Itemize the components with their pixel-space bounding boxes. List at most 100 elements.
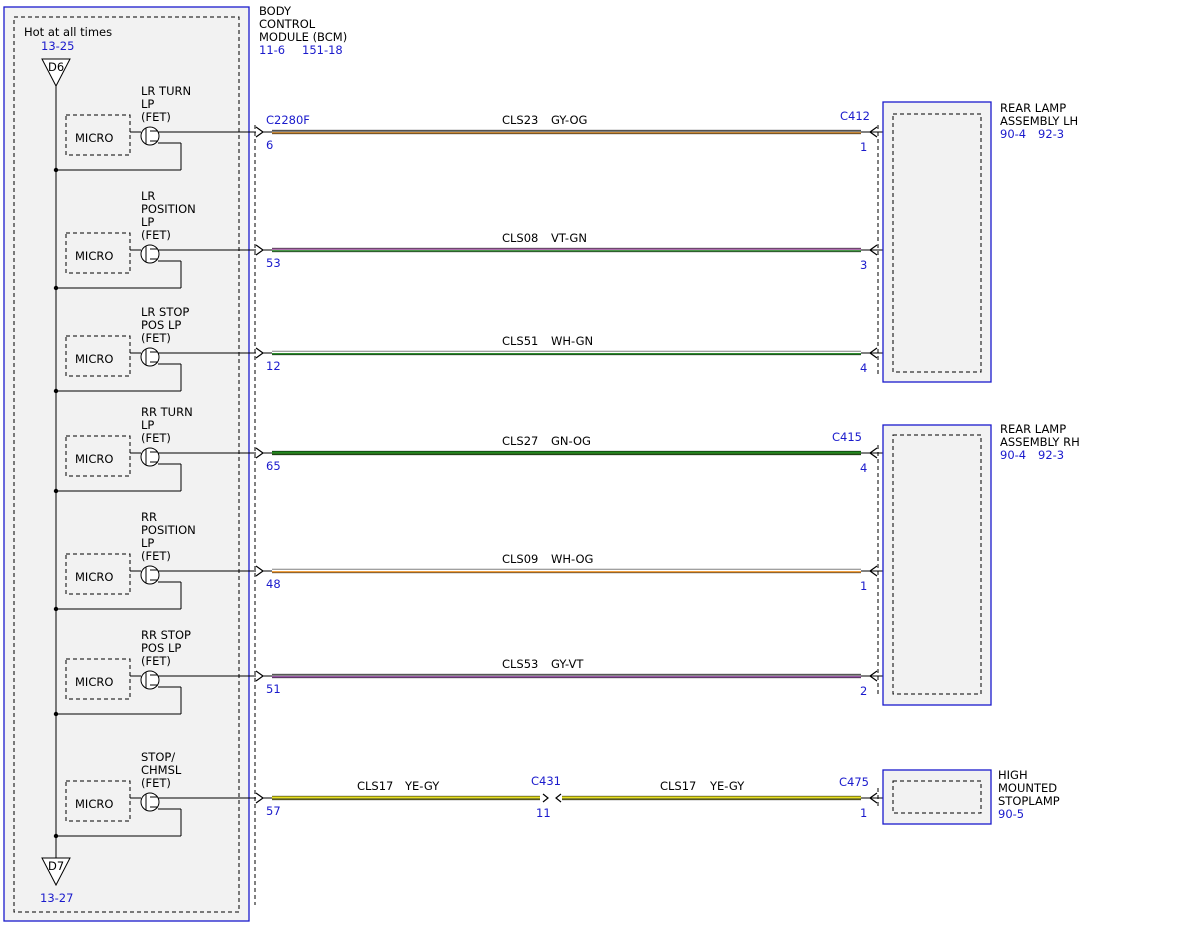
driver-2-bcm-pin-chevron <box>255 244 265 256</box>
driver-7-inline-male-chevron <box>542 793 549 803</box>
driver-3-micro-label: MICRO <box>75 352 113 366</box>
rear-lamp-lh-name-2: ASSEMBLY LH <box>1000 114 1078 128</box>
driver-4-fet-icon <box>140 447 160 467</box>
driver-1-circuit: CLS23 <box>502 113 538 127</box>
rear-lamp-rh-name-2: ASSEMBLY RH <box>1000 435 1080 449</box>
stoplamp-name-1: HIGH <box>998 768 1028 782</box>
driver-7-bcm-pin-chevron <box>255 792 265 804</box>
driver-2-fet-icon <box>140 244 160 264</box>
driver-1-bcm-pin: 6 <box>266 138 273 152</box>
driver-1-label-line-3: (FET) <box>141 110 171 124</box>
driver-5-fet-icon <box>140 565 160 585</box>
driver-7-inline-pin: 11 <box>536 806 551 820</box>
driver-7-circuit-a: CLS17 <box>357 779 393 793</box>
driver-5-label-line-1: RR <box>141 510 157 524</box>
driver-7-circuit-b: CLS17 <box>660 779 696 793</box>
rear-lamp-rh-box <box>882 424 992 706</box>
driver-2-far-pin: 3 <box>860 258 867 272</box>
driver-4-micro-label: MICRO <box>75 452 113 466</box>
driver-5-bcm-pin: 48 <box>266 577 281 591</box>
driver-3-far-pin: 4 <box>860 361 867 375</box>
bcm-title-line-1: BODY <box>259 4 292 18</box>
driver-2-label-line-2: POSITION <box>141 202 196 216</box>
driver-5-bus-junction <box>53 606 59 612</box>
driver-6-fet-icon <box>140 670 160 690</box>
driver-4-bus-junction <box>53 488 59 494</box>
driver-3-color-code: WH-GN <box>551 334 593 348</box>
driver-7-color-a: YE-GY <box>404 779 440 793</box>
driver-1-color-code: GY-OG <box>551 113 587 127</box>
driver-6-far-pin: 2 <box>860 684 867 698</box>
driver-4-circuit: CLS27 <box>502 434 538 448</box>
driver-3-label-line-3: (FET) <box>141 331 171 345</box>
rear-lamp-rh-ref-1: 90-4 <box>1000 448 1026 462</box>
rear-lamp-rh-ref-2: 92-3 <box>1038 448 1064 462</box>
rear-lamp-rh-name-1: REAR LAMP <box>1000 422 1066 436</box>
driver-4-label-line-2: LP <box>141 418 154 432</box>
driver-3-fet-icon <box>140 347 160 367</box>
driver-1-micro-label: MICRO <box>75 131 113 145</box>
driver-4-bcm-pin-chevron <box>255 447 265 459</box>
driver-5-label-line-4: (FET) <box>141 549 171 563</box>
driver-7-micro-label: MICRO <box>75 797 113 811</box>
driver-7-far-connector: C475 <box>839 775 869 789</box>
stoplamp-name-3: STOPLAMP <box>998 794 1060 808</box>
bcm-title-line-3: MODULE (BCM) <box>259 30 347 44</box>
stoplamp-name-2: MOUNTED <box>998 781 1057 795</box>
driver-4-label-line-3: (FET) <box>141 431 171 445</box>
driver-5-label-line-3: LP <box>141 536 154 550</box>
high-mounted-stoplamp-box <box>882 769 992 825</box>
driver-7-far-pin: 1 <box>860 806 867 820</box>
bcm-module-box <box>3 6 250 922</box>
driver-7-label-line-1: STOP/ <box>141 750 175 764</box>
driver-3-circuit: CLS51 <box>502 334 538 348</box>
driver-2-circuit: CLS08 <box>502 231 538 245</box>
rear-lamp-lh-box <box>882 101 992 383</box>
driver-6-bus-junction <box>53 711 59 717</box>
driver-7-label-line-2: CHMSL <box>141 763 182 777</box>
driver-7-fet-icon <box>140 792 160 812</box>
wiring-diagram: BODY CONTROL MODULE (BCM) 11-6 151-18 Ho… <box>3 4 1080 922</box>
bottom-page-ref: 13-27 <box>40 891 73 905</box>
driver-3-bcm-pin: 12 <box>266 359 281 373</box>
driver-7-label-line-3: (FET) <box>141 776 171 790</box>
bcm-title-line-2: CONTROL <box>259 17 316 31</box>
driver-4-far-connector: C415 <box>832 430 862 444</box>
driver-6-bcm-pin-chevron <box>255 670 265 682</box>
driver-6-bcm-pin: 51 <box>266 682 281 696</box>
driver-1-bus-junction <box>53 167 59 173</box>
driver-1-bcm-pin-chevron <box>255 126 265 138</box>
top-page-ref: 13-25 <box>41 39 74 53</box>
driver-2-label-line-4: (FET) <box>141 228 171 242</box>
bcm-ref-1: 11-6 <box>259 43 285 57</box>
driver-6-micro-label: MICRO <box>75 675 113 689</box>
driver-7-bus-junction <box>53 833 59 839</box>
driver-6-label-line-2: POS LP <box>141 641 181 655</box>
driver-5-far-pin: 1 <box>860 579 867 593</box>
driver-4-far-pin: 4 <box>860 461 867 475</box>
driver-2-bus-junction <box>53 285 59 291</box>
driver-1-far-connector: C412 <box>840 109 870 123</box>
stoplamp-ref: 90-5 <box>998 807 1024 821</box>
driver-6-label-line-3: (FET) <box>141 654 171 668</box>
rear-lamp-lh-ref-2: 92-3 <box>1038 127 1064 141</box>
driver-5-color-code: WH-OG <box>551 552 593 566</box>
driver-6-color-code: GY-VT <box>551 657 584 671</box>
driver-3-bus-junction <box>53 388 59 394</box>
driver-1-far-pin: 1 <box>860 140 867 154</box>
hot-at-all-times-label: Hot at all times <box>24 25 112 39</box>
driver-2-color-code: VT-GN <box>551 231 587 245</box>
driver-5-micro-label: MICRO <box>75 570 113 584</box>
driver-4-bcm-pin: 65 <box>266 459 281 473</box>
rear-lamp-lh-name-1: REAR LAMP <box>1000 101 1066 115</box>
driver-2-label-line-3: LP <box>141 215 154 229</box>
bcm-connector-label: C2280F <box>266 113 310 127</box>
driver-3-bcm-pin-chevron <box>255 347 265 359</box>
driver-7-inline-female-chevron <box>555 793 562 803</box>
driver-5-label-line-2: POSITION <box>141 523 196 537</box>
driver-6-circuit: CLS53 <box>502 657 538 671</box>
driver-4-color-code: GN-OG <box>551 434 591 448</box>
driver-5-circuit: CLS09 <box>502 552 538 566</box>
driver-4-label-line-1: RR TURN <box>141 405 193 419</box>
driver-2-label-line-1: LR <box>141 189 155 203</box>
